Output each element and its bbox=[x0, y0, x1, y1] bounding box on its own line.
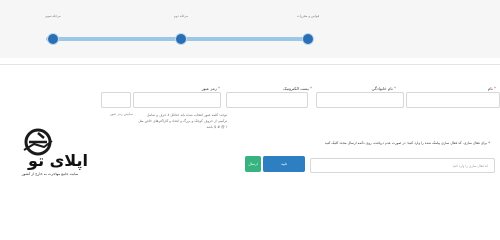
verification-code-placeholder: کد فعال سازی را وارد کنید bbox=[452, 164, 488, 168]
step-indicator-3 bbox=[47, 33, 59, 45]
password-help-text: توجه: کلمه عبور انتخاب شده باید حداقل ۸ … bbox=[138, 113, 227, 129]
step-indicator-1 bbox=[302, 33, 314, 45]
step-indicator-2 bbox=[175, 33, 187, 45]
email-label: * پست الکترونیک bbox=[283, 86, 312, 91]
verification-code-input[interactable]: کد فعال سازی را وارد کنید bbox=[310, 158, 495, 173]
logo-brand-text: اپلای تو bbox=[27, 151, 88, 171]
last-name-label: * نام خانوادگی bbox=[371, 86, 396, 91]
step-label-2: مرحله دوم bbox=[173, 14, 189, 18]
resend-button[interactable]: ارسال bbox=[245, 156, 261, 172]
last-name-field[interactable] bbox=[316, 92, 404, 108]
first-name-field[interactable] bbox=[406, 92, 500, 108]
section-divider bbox=[0, 64, 500, 65]
show-password-link[interactable]: نمایش رمز عبور bbox=[101, 112, 133, 116]
applyto-logo: اپلای تو سایت جامع مهاجرت به خارج از کشو… bbox=[0, 124, 100, 205]
progress-header bbox=[0, 0, 500, 58]
email-field[interactable] bbox=[226, 92, 308, 108]
logo-tagline: سایت جامع مهاجرت به خارج از کشور bbox=[21, 172, 79, 176]
step-label-3: مرحله سوم bbox=[45, 14, 61, 18]
sms-verification-note: * برای فعال سازی، کد فعال سازی پیامک شده… bbox=[324, 141, 490, 145]
confirm-button[interactable]: تایید bbox=[263, 156, 305, 172]
first-name-label: * نام bbox=[487, 86, 496, 91]
logo-mark: اپلای تو bbox=[23, 128, 88, 171]
password-label: * رمز عبور bbox=[201, 86, 220, 91]
password-confirm-field[interactable] bbox=[101, 92, 131, 108]
step-label-1: قوانین و مقررات bbox=[296, 14, 320, 18]
password-field[interactable] bbox=[133, 92, 221, 108]
